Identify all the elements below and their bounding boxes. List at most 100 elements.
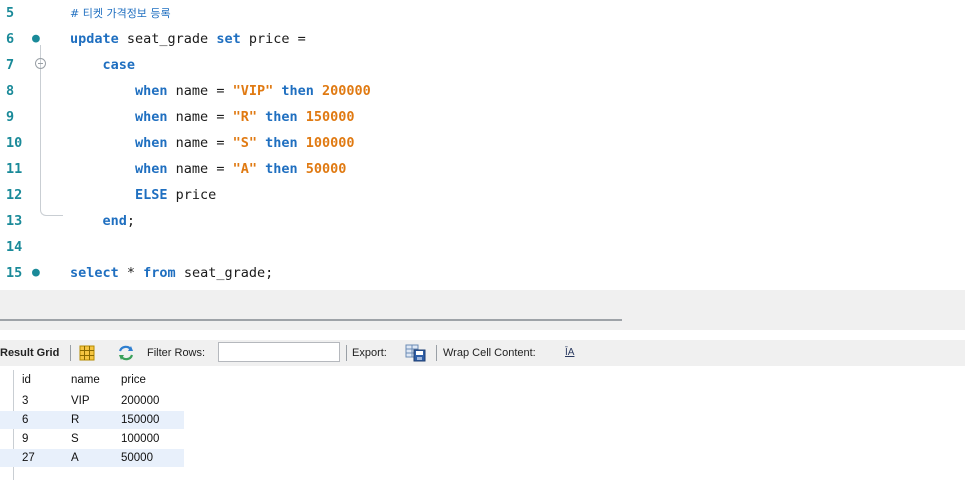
sql-keyword: then (265, 109, 298, 125)
sql-keyword: then (265, 135, 298, 151)
line-number: 11 (6, 161, 23, 177)
table-row[interactable]: 27 A 50000 (0, 449, 184, 467)
identifier: price (167, 187, 217, 203)
line-number: 13 (6, 213, 23, 229)
result-toolbar: Result Grid Filter Rows: Export: Wrap Ce… (0, 340, 965, 366)
column-header-id[interactable]: id (22, 370, 31, 390)
code-text: select * from seat_grade; (70, 260, 273, 286)
code-text: # 티켓 가격정보 등록 (70, 0, 171, 27)
identifier: price = (240, 31, 306, 47)
code-line[interactable]: 8 when name = "VIP" then 200000 (0, 78, 965, 104)
code-line[interactable]: 12 ELSE price (0, 182, 965, 208)
fold-toggle-icon[interactable] (35, 58, 46, 69)
cell-name[interactable]: VIP (71, 392, 90, 410)
toolbar-separator (346, 345, 347, 361)
identifier (70, 213, 103, 229)
export-icon[interactable] (405, 344, 427, 362)
splitter-handle[interactable] (0, 319, 622, 321)
code-line[interactable]: 15 ● select * from seat_grade; (0, 260, 965, 286)
line-number: 15 (6, 265, 23, 281)
sql-keyword: then (265, 161, 298, 177)
cell-price[interactable]: 200000 (121, 392, 159, 410)
cell-id[interactable]: 27 (22, 449, 35, 467)
panel-splitter[interactable] (0, 290, 965, 330)
sql-keyword: select (70, 265, 119, 281)
sql-keyword: then (281, 83, 314, 99)
line-number: 10 (6, 135, 23, 151)
toolbar-separator (70, 345, 71, 361)
toolbar-separator (436, 345, 437, 361)
identifier (298, 161, 306, 177)
sql-keyword: set (216, 31, 241, 47)
cell-price[interactable]: 150000 (121, 411, 159, 429)
filter-rows-label: Filter Rows: (147, 347, 206, 359)
sql-keyword: from (143, 265, 176, 281)
line-number: 7 (6, 57, 15, 73)
sql-keyword: end (102, 213, 127, 229)
code-line[interactable]: 11 when name = "A" then 50000 (0, 156, 965, 182)
identifier (70, 187, 135, 203)
sql-keyword: ELSE (135, 187, 168, 203)
cell-name[interactable]: A (71, 449, 79, 467)
identifier (298, 135, 306, 151)
statement-marker-icon: ● (32, 265, 40, 280)
line-number: 5 (6, 5, 15, 21)
code-line[interactable]: 14 (0, 234, 965, 260)
identifier (70, 135, 135, 151)
identifier: name = (167, 83, 233, 99)
table-row[interactable]: 6 R 150000 (0, 411, 184, 429)
identifier (70, 161, 135, 177)
line-number: 14 (6, 239, 23, 255)
sql-keyword: when (135, 161, 168, 177)
identifier (70, 109, 135, 125)
identifier (70, 83, 135, 99)
column-header-price[interactable]: price (121, 370, 146, 390)
cell-price[interactable]: 100000 (121, 430, 159, 448)
cell-name[interactable]: S (71, 430, 79, 448)
cell-name[interactable]: R (71, 411, 79, 429)
identifier: name = (167, 109, 233, 125)
sql-keyword: when (135, 109, 168, 125)
line-number: 12 (6, 187, 23, 203)
string-literal: "VIP" (232, 83, 274, 99)
code-line[interactable]: 5 # 티켓 가격정보 등록 (0, 0, 965, 26)
identifier: seat_grade; (175, 265, 274, 281)
identifier: name = (167, 135, 233, 151)
grid-view-icon[interactable] (79, 345, 95, 361)
sql-keyword: when (135, 135, 168, 151)
refresh-icon[interactable] (117, 345, 135, 361)
code-text: when name = "VIP" then 200000 (70, 78, 371, 104)
code-line[interactable]: 6 ● update seat_grade set price = (0, 26, 965, 52)
number-literal: 100000 (305, 135, 355, 151)
table-row[interactable]: 9 S 100000 (0, 430, 184, 448)
cell-id[interactable]: 9 (22, 430, 28, 448)
column-header-name[interactable]: name (71, 370, 100, 390)
cell-id[interactable]: 3 (22, 392, 28, 410)
line-number: 6 (6, 31, 15, 47)
code-text: update seat_grade set price = (70, 26, 306, 52)
number-literal: 150000 (305, 109, 355, 125)
table-row[interactable]: 3 VIP 200000 (0, 392, 184, 410)
cell-price[interactable]: 50000 (121, 449, 153, 467)
identifier (257, 135, 265, 151)
code-line[interactable]: 9 when name = "R" then 150000 (0, 104, 965, 130)
wrap-cell-content-icon[interactable]: ĪA (565, 340, 574, 366)
filter-rows-input[interactable] (218, 342, 340, 362)
statement-marker-icon: ● (32, 31, 40, 46)
result-grid-tab[interactable]: Result Grid (0, 340, 59, 366)
identifier (257, 161, 265, 177)
code-line[interactable]: 7 case (0, 52, 965, 78)
code-line[interactable]: 10 when name = "S" then 100000 (0, 130, 965, 156)
string-literal: "A" (232, 161, 257, 177)
code-line[interactable]: 13 end; (0, 208, 965, 234)
string-literal: "R" (232, 109, 257, 125)
cell-id[interactable]: 6 (22, 411, 28, 429)
identifier (257, 109, 265, 125)
identifier: ; (126, 213, 136, 229)
identifier (298, 109, 306, 125)
identifier: * (118, 265, 144, 281)
sql-keyword: update (70, 31, 119, 47)
wrap-cell-content-label: Wrap Cell Content: (443, 347, 536, 359)
sql-editor[interactable]: 5 # 티켓 가격정보 등록 6 ● update seat_grade set pri… (0, 0, 965, 290)
identifier (314, 83, 322, 99)
